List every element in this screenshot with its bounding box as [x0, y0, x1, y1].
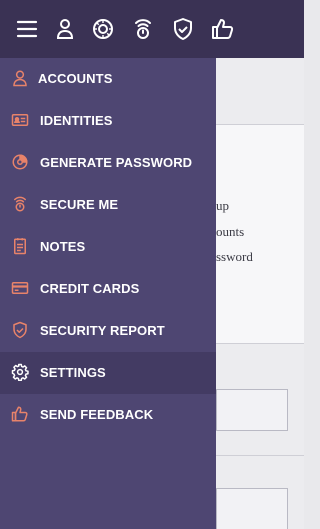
- top-bar: [0, 0, 304, 58]
- divider: [216, 343, 304, 344]
- id-card-icon: [10, 110, 30, 130]
- secure-me-icon[interactable]: [128, 14, 158, 44]
- menu-item-label: SECURE ME: [40, 197, 119, 212]
- menu-item-label: CREDIT CARDS: [40, 281, 140, 296]
- background-text-line: ssword: [216, 249, 253, 264]
- thumbs-up-icon[interactable]: [208, 14, 238, 44]
- divider: [216, 455, 304, 456]
- menu-item-security-report[interactable]: SECURITY REPORT: [0, 310, 216, 352]
- background-text-line: up: [216, 198, 229, 213]
- generate-password-icon[interactable]: [88, 14, 118, 44]
- menu-item-send-feedback[interactable]: SEND FEEDBACK: [0, 394, 216, 436]
- menu-item-label: SEND FEEDBACK: [40, 407, 154, 422]
- thumbs-up-icon: [10, 404, 30, 424]
- notes-icon: [10, 236, 30, 256]
- background-input-field: [216, 488, 288, 529]
- background-input-field: [216, 389, 288, 431]
- shield-check-icon: [10, 320, 30, 340]
- menu-item-identities[interactable]: IDENTITIES: [0, 100, 216, 142]
- menu-item-notes[interactable]: NOTES: [0, 226, 216, 268]
- background-text-line: ounts: [216, 224, 245, 239]
- security-shield-icon[interactable]: [168, 14, 198, 44]
- menu-item-label: NOTES: [40, 239, 86, 254]
- menu-item-label: SETTINGS: [40, 365, 106, 380]
- menu-item-secure-me[interactable]: SECURE ME: [0, 184, 216, 226]
- menu-item-accounts[interactable]: ACCOUNTS: [0, 58, 216, 100]
- menu-item-label: IDENTITIES: [40, 113, 113, 128]
- credit-card-icon: [10, 278, 30, 298]
- user-icon: [10, 68, 30, 88]
- menu-item-label: ACCOUNTS: [38, 71, 113, 86]
- menu-item-settings[interactable]: SETTINGS: [0, 352, 216, 394]
- menu-item-generate-password[interactable]: GENERATE PASSWORD: [0, 142, 216, 184]
- menu-item-credit-cards[interactable]: CREDIT CARDS: [0, 268, 216, 310]
- account-icon[interactable]: [50, 14, 80, 44]
- navigation-drawer: ACCOUNTS IDENTITIES GENERATE PASSWORD SE…: [0, 58, 216, 529]
- secure-me-icon: [10, 194, 30, 214]
- menu-item-label: SECURITY REPORT: [40, 323, 165, 338]
- hamburger-menu-icon[interactable]: [12, 14, 42, 44]
- gear-icon: [10, 362, 30, 382]
- menu-item-label: GENERATE PASSWORD: [40, 155, 193, 170]
- password-dial-icon: [10, 152, 30, 172]
